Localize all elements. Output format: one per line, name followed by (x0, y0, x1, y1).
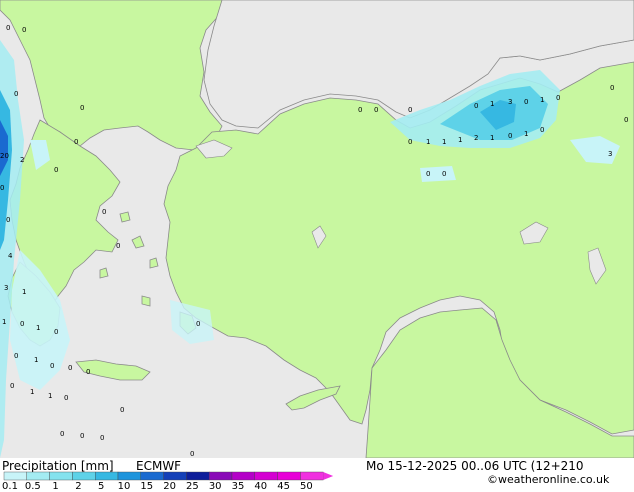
point-label: 3 (508, 98, 512, 106)
point-label: 0 (190, 450, 194, 458)
point-label: 0 (6, 24, 10, 32)
point-label: 0 (100, 434, 104, 442)
legend-swatch (186, 471, 210, 481)
point-label: 1 (36, 324, 40, 332)
point-label: 0 (64, 394, 68, 402)
legend-swatch (49, 471, 73, 481)
point-label: 1 (540, 96, 544, 104)
point-label: 1 (490, 134, 494, 142)
legend-tick-label: 10 (117, 481, 131, 492)
legend-swatch (254, 471, 278, 481)
legend-tick-label: 0.1 (2, 481, 18, 492)
point-label: 0 (102, 208, 106, 216)
legend-swatch (277, 471, 301, 481)
point-label: 0 (474, 102, 478, 110)
point-label: 1 (458, 136, 462, 144)
point-label: 0 (408, 106, 412, 114)
legend-tick-label: 50 (300, 481, 313, 492)
legend-tick-label: 0.5 (24, 481, 41, 492)
point-label: 0 (60, 430, 64, 438)
point-label: 20 (0, 152, 9, 160)
point-label: 4 (8, 252, 13, 260)
point-label: 1 (2, 318, 6, 326)
point-label: 0 (6, 216, 10, 224)
legend-tick-label: 40 (254, 481, 268, 492)
point-label: 0 (196, 320, 200, 328)
point-label: 0 (374, 106, 378, 114)
point-label: 0 (358, 106, 362, 114)
legend-tick-label: 1 (52, 481, 59, 492)
legend-swatch (3, 471, 27, 481)
point-label: 2 (474, 134, 478, 142)
point-label: 0 (624, 116, 628, 124)
point-label: 0 (80, 432, 84, 440)
point-label: 0 (508, 132, 512, 140)
legend-swatch (26, 471, 50, 481)
precipitation-map: 0 0 0 0 0 0 0 0 1 3 0 1 0 0 0 1 1 1 2 1 … (0, 0, 634, 458)
legend-tick-label: 30 (208, 481, 222, 492)
legend-tick-label: 5 (98, 481, 105, 492)
point-label: 0 (540, 126, 544, 134)
point-label: 2 (20, 156, 24, 164)
point-label: 1 (30, 388, 34, 396)
credit: ©weatheronline.co.uk (487, 473, 610, 486)
legend-swatch (231, 471, 255, 481)
point-label: 0 (68, 364, 72, 372)
legend-tick-label: 20 (163, 481, 176, 492)
point-label: 0 (524, 98, 528, 106)
point-label: 0 (426, 170, 430, 178)
legend-swatch (208, 471, 233, 481)
point-label: 1 (442, 138, 446, 146)
point-label: 0 (22, 26, 26, 34)
legend-swatch (300, 471, 324, 481)
point-label: 1 (490, 100, 494, 108)
legend-footer: Precipitation [mm] ECMWF Mo 15-12-2025 0… (0, 458, 634, 492)
point-label: 0 (14, 90, 18, 98)
point-label: 0 (0, 184, 4, 192)
point-label: 0 (610, 84, 614, 92)
legend-swatch (94, 471, 119, 481)
point-label: 1 (524, 130, 528, 138)
legend-tick-label: 45 (277, 481, 290, 492)
point-label: 0 (80, 104, 84, 112)
point-label: 3 (4, 284, 8, 292)
valid-time: Mo 15-12-2025 00..06 UTC (12+210 (366, 459, 584, 473)
legend-swatch (140, 471, 164, 481)
legend-swatch (72, 471, 96, 481)
point-label: 1 (34, 356, 38, 364)
point-label: 0 (116, 242, 120, 250)
point-label: 0 (14, 352, 18, 360)
point-label: 1 (48, 392, 52, 400)
legend-tick-label: 15 (140, 481, 154, 492)
point-label: 0 (20, 320, 24, 328)
point-label: 0 (54, 328, 58, 336)
point-label: 0 (86, 368, 90, 376)
point-label: 0 (50, 362, 54, 370)
point-label: 1 (426, 138, 430, 146)
point-label: 0 (74, 138, 78, 146)
point-label: 0 (54, 166, 58, 174)
point-label: 0 (10, 382, 14, 390)
point-label: 0 (120, 406, 124, 414)
legend-tick-label: 25 (186, 481, 199, 492)
point-label: 0 (556, 94, 560, 102)
legend-swatch (163, 471, 187, 481)
legend-tick-label: 2 (75, 481, 82, 492)
legend-arrow (323, 472, 334, 480)
point-label: 1 (22, 288, 26, 296)
legend-swatch (117, 471, 141, 481)
point-label: 3 (608, 150, 612, 158)
point-label: 0 (442, 170, 446, 178)
point-label: 0 (408, 138, 412, 146)
legend-tick-label: 35 (231, 481, 245, 492)
